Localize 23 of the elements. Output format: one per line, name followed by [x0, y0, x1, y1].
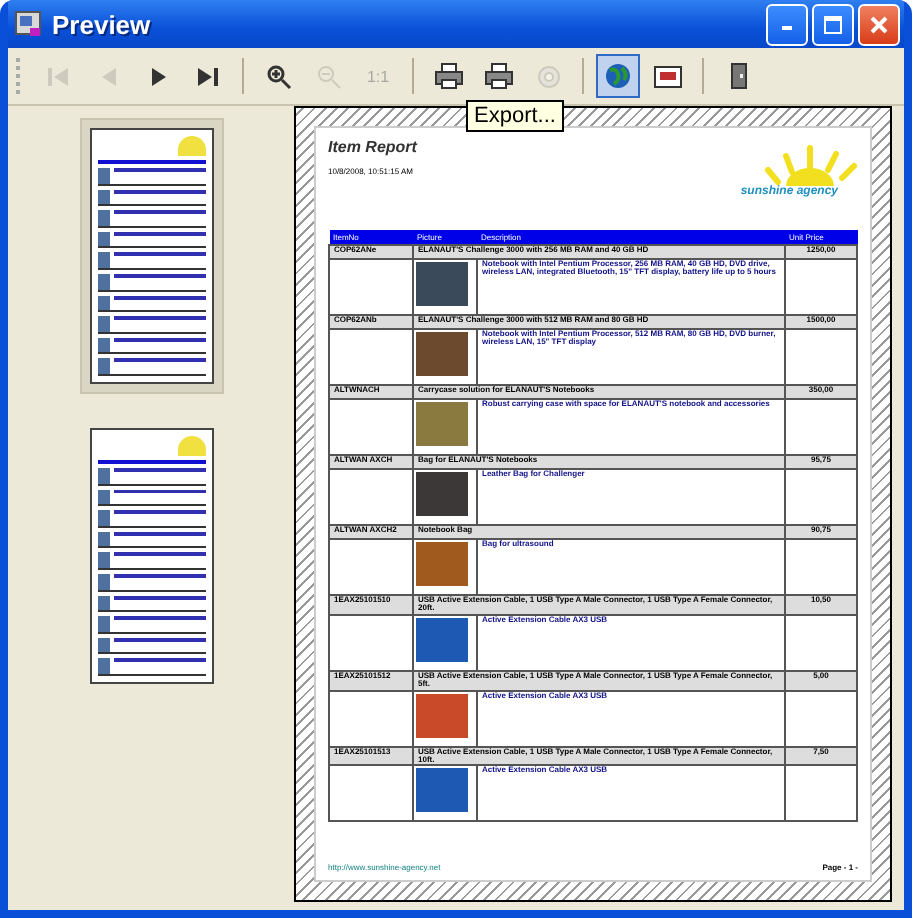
- printer-icon: [483, 62, 513, 90]
- skip-forward-icon: [196, 65, 220, 87]
- globe-icon: [604, 62, 632, 90]
- zoom-in-icon: [265, 63, 291, 89]
- tooltip: Export...: [466, 100, 564, 132]
- skip-back-icon: [46, 65, 70, 87]
- maximize-icon: [824, 15, 842, 33]
- page-thumbnail[interactable]: [79, 118, 223, 394]
- minimize-button[interactable]: [766, 3, 808, 45]
- envelope-icon: [654, 65, 682, 87]
- maximize-button[interactable]: [812, 3, 854, 45]
- export-button[interactable]: [596, 54, 640, 98]
- door-icon: [729, 62, 747, 90]
- app-icon: [14, 10, 42, 38]
- triangle-left-icon: [99, 65, 117, 87]
- report-title: Item Report: [328, 138, 417, 156]
- triangle-right-icon: [149, 65, 167, 87]
- close-button[interactable]: [858, 3, 900, 45]
- zoom-out-icon: [315, 63, 341, 89]
- window-title: Preview: [52, 9, 153, 39]
- close-icon: [870, 15, 888, 33]
- gear-icon: [535, 63, 561, 89]
- printer-icon: [433, 62, 463, 90]
